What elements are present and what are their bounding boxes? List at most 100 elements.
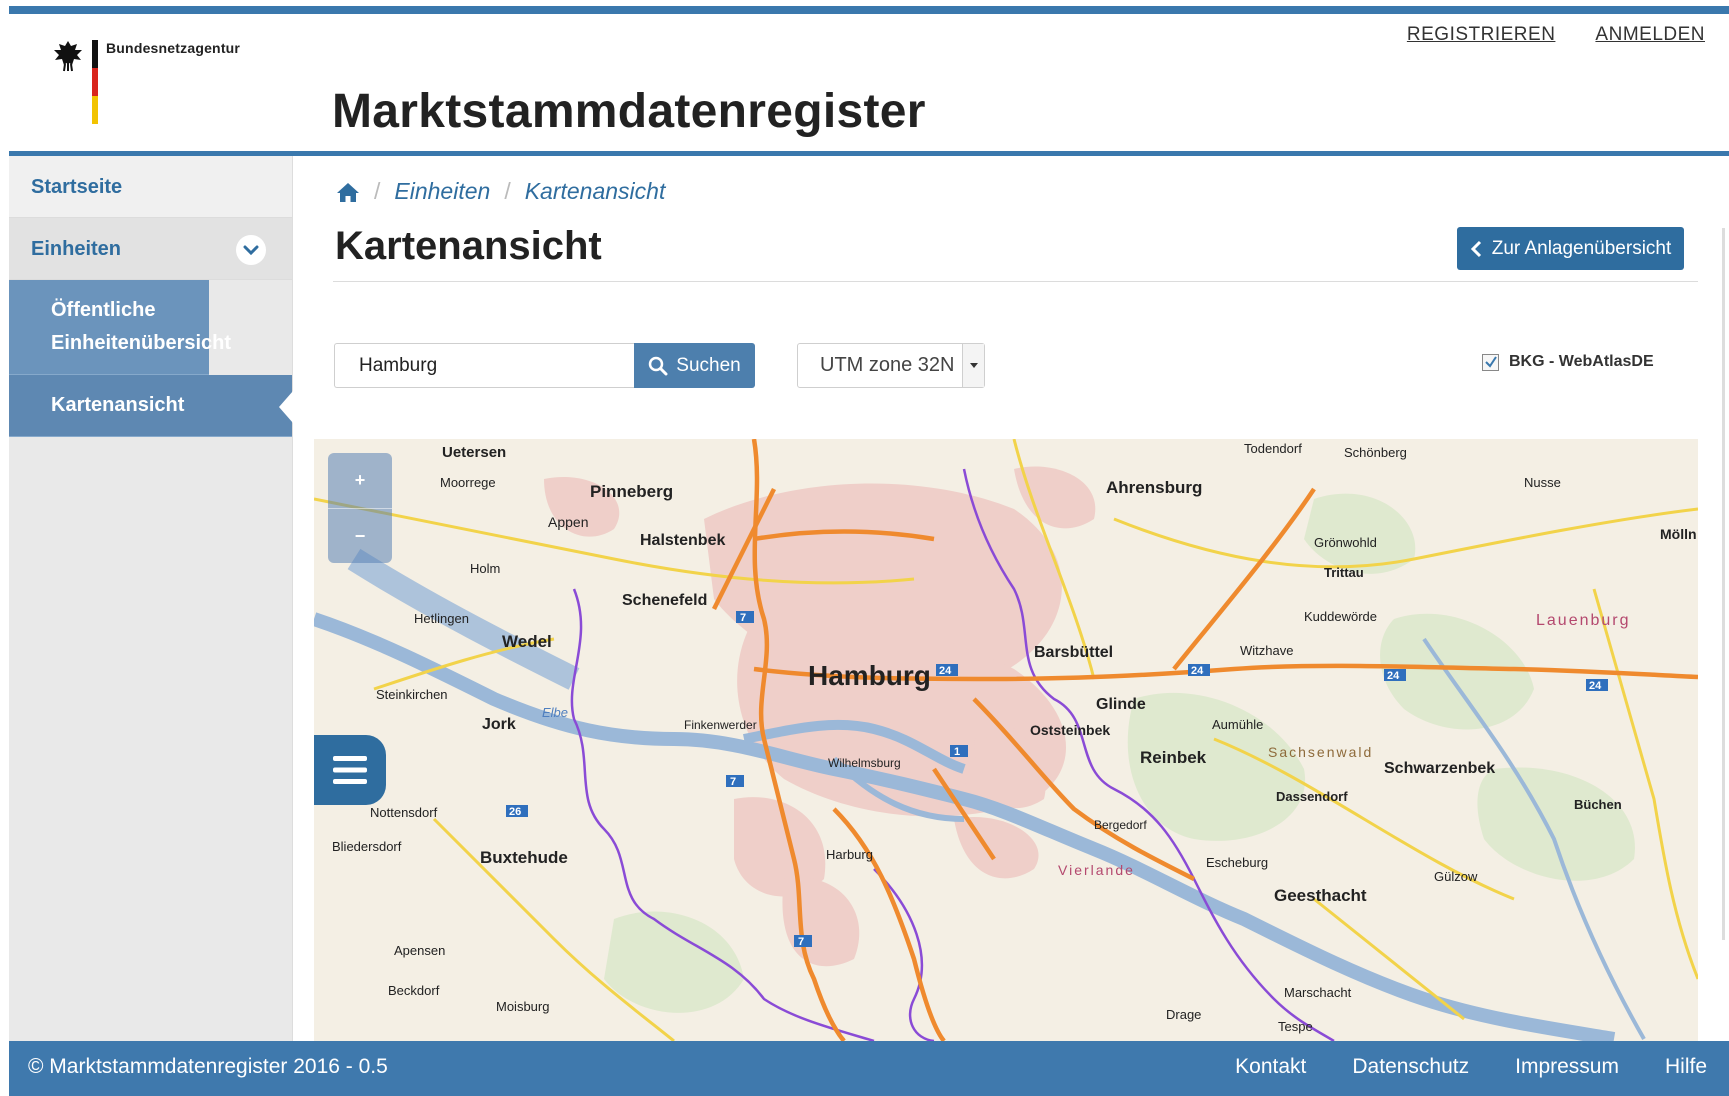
projection-select[interactable]: UTM zone 32N	[797, 343, 985, 388]
agency-logo[interactable]: Bundesnetzagentur	[50, 38, 240, 128]
map-label-wedel: Wedel	[502, 632, 552, 651]
account-links: REGISTRIEREN ANMELDEN	[1407, 24, 1705, 46]
svg-text:7: 7	[730, 776, 736, 788]
projection-value: UTM zone 32N	[820, 354, 955, 376]
layer-checkbox[interactable]	[1482, 353, 1499, 371]
map-label-holm: Holm	[470, 561, 500, 576]
sidebar-item-einheiten[interactable]: Einheiten	[9, 218, 292, 280]
zoom-out-button[interactable]: −	[328, 508, 392, 563]
map-label-oststeinbek: Oststeinbek	[1030, 722, 1110, 738]
map-label-escheburg: Escheburg	[1206, 855, 1268, 870]
register-link[interactable]: REGISTRIEREN	[1407, 24, 1556, 46]
svg-text:26: 26	[509, 806, 521, 818]
search-input[interactable]	[334, 343, 634, 388]
map-label-schoenberg: Schönberg	[1344, 445, 1407, 460]
map-label-bliedersdorf: Bliedersdorf	[332, 839, 402, 854]
map-label-sachsenwald: Sachsenwald	[1268, 744, 1373, 760]
agency-name: Bundesnetzagentur	[106, 40, 241, 56]
map-label-apensen: Apensen	[394, 943, 445, 958]
map-label-witzhave: Witzhave	[1240, 643, 1293, 658]
svg-text:7: 7	[798, 936, 804, 948]
map-label-kuddewoerde: Kuddewörde	[1304, 609, 1377, 624]
map-label-nottensdorf: Nottensdorf	[370, 805, 438, 820]
dropdown-caret-icon[interactable]	[962, 344, 984, 387]
map-label-aumuehle: Aumühle	[1212, 717, 1263, 732]
hamburger-menu-icon	[333, 756, 367, 784]
map-label-barsbuettel: Barsbüttel	[1034, 644, 1113, 661]
map-view[interactable]: 7 24 24 24 24 7 26 7 1 Hamburg Pinneberg…	[314, 439, 1698, 1041]
map-label-reinbek: Reinbek	[1140, 748, 1207, 767]
login-link[interactable]: ANMELDEN	[1595, 24, 1705, 46]
sidebar-item-label: Einheiten	[31, 238, 122, 260]
map-label-bergedorf: Bergedorf	[1094, 818, 1147, 832]
map-label-drage: Drage	[1166, 1007, 1201, 1022]
checkmark-icon	[1485, 355, 1497, 368]
breadcrumb: / Einheiten / Kartenansicht	[336, 178, 665, 205]
map-label-nusse: Nusse	[1524, 475, 1561, 490]
map-label-tespe: Tespe	[1278, 1019, 1313, 1034]
map-menu-button[interactable]	[314, 735, 386, 805]
map-label-steinkirchen: Steinkirchen	[376, 687, 448, 702]
chevron-left-icon	[1470, 240, 1481, 257]
map-label-buechen: Büchen	[1574, 797, 1622, 812]
sidebar-item-startseite[interactable]: Startseite	[9, 156, 292, 218]
footer-links: Kontakt Datenschutz Impressum Hilfe	[1235, 1055, 1707, 1079]
app-title: Marktstammdatenregister	[332, 85, 926, 138]
map-label-moisburg: Moisburg	[496, 999, 549, 1014]
breadcrumb-einheiten[interactable]: Einheiten	[394, 178, 490, 205]
sidebar-subitem-einheitenuebersicht[interactable]: Öffentliche Einheitenübersicht	[9, 280, 231, 375]
basemap-layer-toggle[interactable]: BKG - WebAtlasDE	[1482, 353, 1654, 371]
breadcrumb-kartenansicht[interactable]: Kartenansicht	[525, 178, 666, 205]
search-button[interactable]: Suchen	[634, 343, 755, 388]
map-canvas: 7 24 24 24 24 7 26 7 1 Hamburg Pinneberg…	[314, 439, 1698, 1041]
map-label-beckdorf: Beckdorf	[388, 983, 440, 998]
map-label-gruenwohld: Grönwohld	[1314, 535, 1377, 550]
layer-label: BKG - WebAtlasDE	[1509, 353, 1654, 370]
footer-link-kontakt[interactable]: Kontakt	[1235, 1055, 1306, 1079]
map-label-moelln: Mölln	[1660, 526, 1697, 542]
german-flag-bar	[92, 40, 98, 124]
top-accent-stripe	[9, 6, 1729, 14]
map-label-todendorf: Todendorf	[1244, 441, 1302, 456]
map-label-elbe: Elbe	[542, 705, 568, 720]
map-label-geesthacht: Geesthacht	[1274, 886, 1367, 905]
svg-text:24: 24	[1589, 680, 1602, 692]
svg-text:24: 24	[939, 665, 952, 677]
map-label-pinneberg: Pinneberg	[590, 482, 673, 501]
map-label-finkenwerder: Finkenwerder	[684, 718, 757, 732]
map-label-hetlingen: Hetlingen	[414, 611, 469, 626]
copyright-text: © Marktstammdatenregister 2016 - 0.5	[28, 1055, 388, 1078]
sidebar-subitem-kartenansicht[interactable]: Kartenansicht	[9, 375, 293, 437]
map-label-wilhelmsburg: Wilhelmsburg	[828, 756, 901, 770]
map-label-guelzow: Gülzow	[1434, 869, 1478, 884]
map-label-lauenburg: Lauenburg	[1536, 612, 1631, 629]
federal-eagle-icon	[54, 41, 82, 72]
page-title: Kartenansicht	[335, 224, 602, 268]
map-label-schenefeld: Schenefeld	[622, 592, 707, 609]
svg-text:24: 24	[1191, 665, 1204, 677]
footer-link-datenschutz[interactable]: Datenschutz	[1352, 1055, 1469, 1079]
page: Bundesnetzagentur REGISTRIEREN ANMELDEN …	[0, 0, 1729, 1096]
map-label-appen: Appen	[548, 514, 588, 530]
footer: © Marktstammdatenregister 2016 - 0.5 Kon…	[9, 1041, 1729, 1096]
footer-link-impressum[interactable]: Impressum	[1515, 1055, 1619, 1079]
breadcrumb-separator: /	[504, 178, 511, 204]
back-button-label: Zur Anlagenübersicht	[1491, 237, 1672, 259]
map-label-uetersen: Uetersen	[442, 444, 506, 461]
back-to-overview-button[interactable]: Zur Anlagenübersicht	[1457, 227, 1684, 270]
map-label-trittau: Trittau	[1324, 565, 1364, 580]
svg-text:24: 24	[1387, 670, 1400, 682]
chevron-down-icon[interactable]	[236, 235, 266, 265]
footer-link-hilfe[interactable]: Hilfe	[1665, 1055, 1707, 1079]
title-divider	[333, 281, 1698, 282]
zoom-in-button[interactable]: +	[328, 453, 392, 508]
map-label-marschacht: Marschacht	[1284, 985, 1352, 1000]
map-label-glinde: Glinde	[1096, 696, 1146, 713]
map-label-dassendorf: Dassendorf	[1276, 789, 1348, 804]
map-label-schwarzenbek: Schwarzenbek	[1384, 760, 1495, 777]
scrollbar[interactable]	[1722, 228, 1725, 940]
search-bar: Suchen	[334, 343, 755, 388]
home-icon[interactable]	[336, 181, 360, 203]
map-label-ahrensburg: Ahrensburg	[1106, 478, 1202, 497]
search-button-label: Suchen	[676, 354, 741, 376]
